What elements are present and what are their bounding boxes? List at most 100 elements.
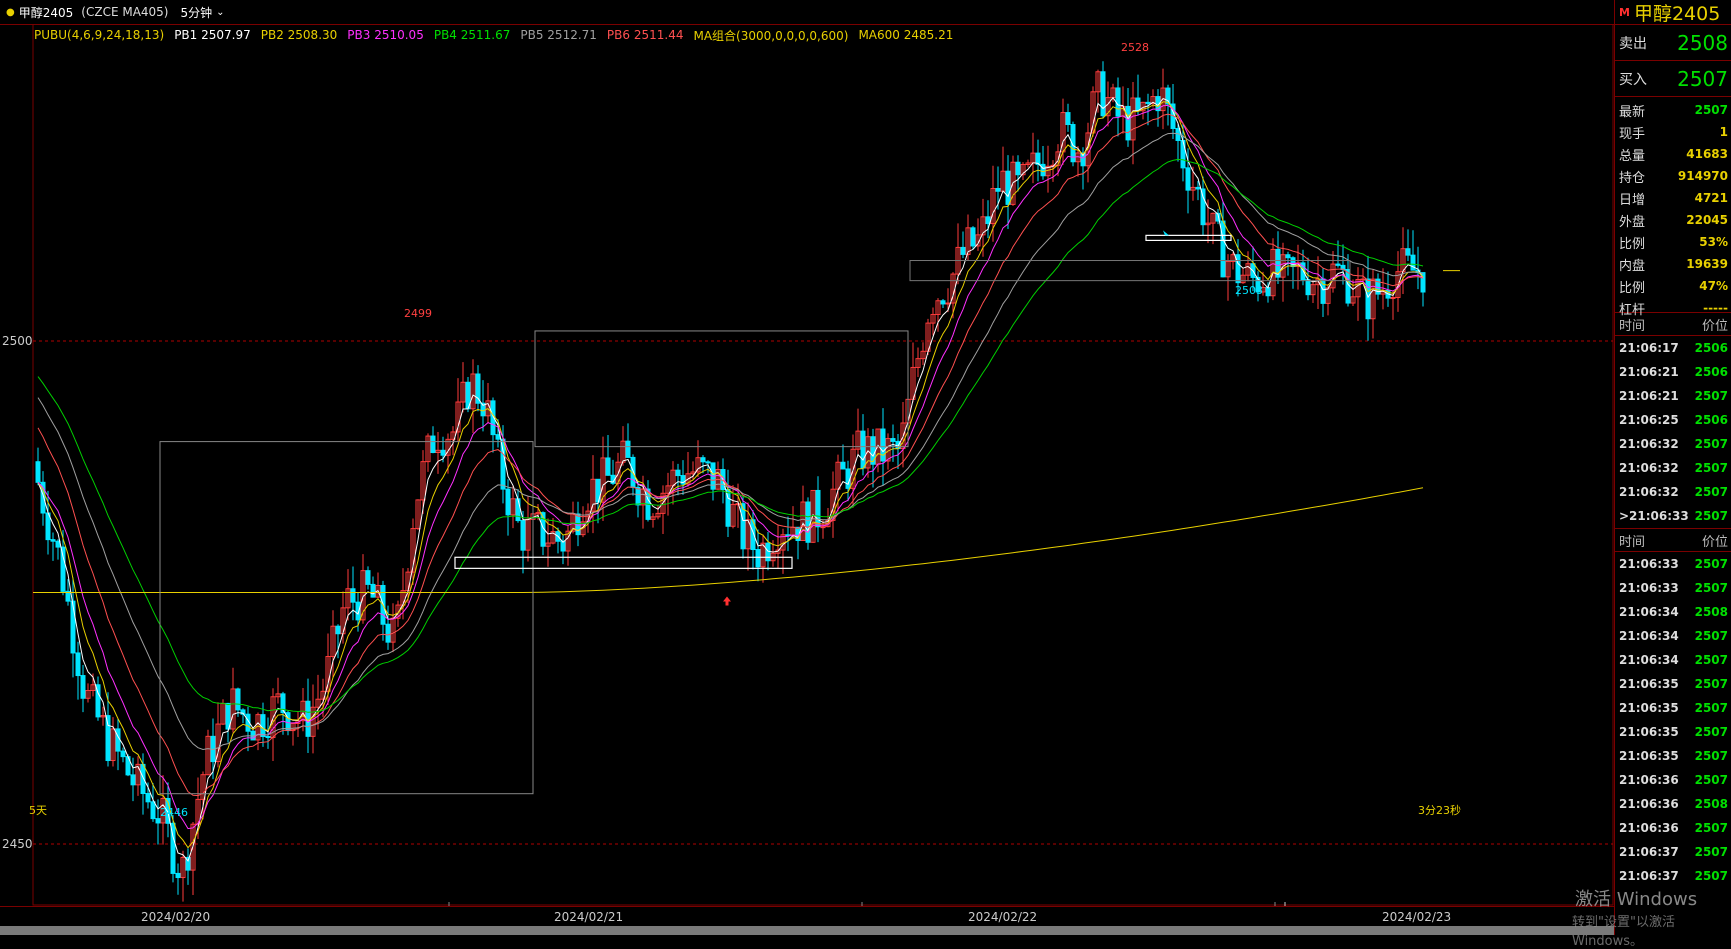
tick-time: 21:06:32 — [1619, 461, 1679, 475]
candle-body — [940, 300, 946, 305]
candle-body — [115, 728, 121, 752]
tick-time: 21:06:34 — [1619, 629, 1679, 643]
extreme-label: 2446 — [160, 806, 188, 819]
tick-price: 2507 — [1694, 581, 1728, 595]
tick-header-price: 价位 — [1701, 534, 1728, 550]
tick-time: 21:06:33 — [1619, 557, 1679, 571]
sell-price: 2508 — [1677, 30, 1728, 55]
tick-price: 2507 — [1694, 701, 1728, 715]
instrument-code: (CZCE MA405) — [81, 5, 169, 19]
kline-chart-svg[interactable]: 2500 2450 2499 2528 2446 2503 5天 3分23秒 — [0, 24, 1614, 911]
candle-body — [155, 818, 161, 824]
candle-body — [1145, 101, 1151, 105]
tick-row: 21:06:25 2506 — [1619, 408, 1728, 432]
quote-row: 内盘 19639 — [1619, 253, 1728, 275]
candle-body — [1285, 254, 1291, 259]
candle-body — [440, 449, 446, 456]
date-label: 2024/02/23 — [1382, 910, 1452, 924]
candle-body — [1335, 263, 1341, 266]
candle-body — [175, 872, 181, 879]
candle-body — [635, 486, 641, 506]
extreme-label: 2499 — [404, 307, 432, 320]
bullet-icon: ● — [6, 6, 15, 18]
quote-value: ----- — [1703, 301, 1728, 315]
candle-body — [890, 438, 896, 442]
candle-body — [260, 714, 266, 738]
tick-row: 21:06:34 2508 — [1619, 600, 1728, 624]
extreme-label: 2503 — [1235, 284, 1263, 297]
chevron-down-icon[interactable]: ⌄ — [216, 7, 224, 18]
tick-time: 21:06:35 — [1619, 677, 1679, 691]
tick-row: 21:06:34 2507 — [1619, 624, 1728, 648]
buy-row[interactable]: 买入 2507 — [1615, 61, 1731, 97]
indicator-item: PB2 2508.30 — [260, 28, 338, 42]
quote-label: 现手 — [1619, 126, 1646, 142]
activation-watermark-sub: 转到"设置"以激活 Windows。 — [1572, 915, 1675, 949]
candle-body — [1035, 152, 1041, 165]
tick-row: 21:06:17 2506 — [1619, 336, 1728, 360]
candle-body — [235, 688, 241, 711]
candle-body — [1040, 163, 1046, 177]
tick-price: 2507 — [1694, 725, 1728, 739]
tick-row: 21:06:36 2507 — [1619, 816, 1728, 840]
tick-time: 21:06:35 — [1619, 701, 1679, 715]
kline-chart[interactable]: 2500 2450 2499 2528 2446 2503 5天 3分23秒 — [0, 24, 1614, 911]
buy-price: 2507 — [1677, 66, 1728, 91]
quote-label: 最新 — [1619, 104, 1646, 120]
tick-list-2[interactable]: 21:06:33 2507 21:06:33 2507 21:06:34 2508 21:0… — [1615, 552, 1731, 888]
quote-value: 914970 — [1677, 169, 1728, 183]
quote-value: 47% — [1699, 279, 1728, 293]
tick-row: 21:06:32 2507 — [1619, 456, 1728, 480]
candle-body — [505, 488, 511, 516]
candle-body — [140, 763, 146, 795]
quote-label: 比例 — [1619, 280, 1646, 296]
indicator-item: MA600 2485.21 — [858, 28, 954, 42]
candle-body — [1305, 279, 1311, 296]
candle-body — [1220, 220, 1226, 278]
quote-row: 日增 4721 — [1619, 187, 1728, 209]
tick-row: 21:06:35 2507 — [1619, 720, 1728, 744]
tick-time: 21:06:37 — [1619, 869, 1679, 883]
tick-row: 21:06:32 2507 — [1619, 480, 1728, 504]
up-arrow-icon — [723, 596, 731, 606]
candle-body — [60, 546, 66, 592]
candle-body — [1390, 296, 1396, 299]
tick-time: 21:06:32 — [1619, 437, 1679, 451]
support-box — [454, 556, 793, 569]
tick-time: 21:06:36 — [1619, 821, 1679, 835]
candle-body — [350, 588, 356, 603]
quote-label: 内盘 — [1619, 258, 1646, 274]
quote-row: 最新 2507 — [1619, 99, 1728, 121]
tick-list-1[interactable]: 21:06:17 2506 21:06:21 2506 21:06:21 2507 21:0… — [1615, 336, 1731, 528]
quote-label: 持仓 — [1619, 170, 1646, 186]
quote-stats: 最新 2507 现手 1 总量 41683 持仓 914970 日增 4721 外盘 22045 比例 5… — [1615, 97, 1731, 318]
candle-body — [840, 461, 846, 470]
candle-body — [985, 216, 991, 225]
candle-body — [1195, 186, 1201, 190]
date-label: 2024/02/21 — [554, 910, 624, 924]
quote-row: 外盘 22045 — [1619, 209, 1728, 231]
candle-body — [1065, 112, 1071, 126]
indicator-legend: PUBU(4,6,9,24,18,13) PB1 2507.97 PB2 2508.… — [34, 26, 963, 44]
candle-body — [740, 503, 746, 550]
tick-row: 21:06:35 2507 — [1619, 672, 1728, 696]
candle-body — [35, 461, 41, 483]
tick-time: 21:06:36 — [1619, 773, 1679, 787]
candle-body — [145, 793, 151, 803]
tick-time: 21:06:33 — [1619, 581, 1679, 595]
marker-arrow-icon — [1163, 230, 1169, 236]
tick-time: >21:06:33 — [1619, 509, 1689, 523]
instrument-name: 甲醇2405 — [18, 5, 74, 20]
sell-row[interactable]: 卖出 2508 — [1615, 25, 1731, 61]
candle-body — [815, 489, 821, 528]
status-strip — [0, 926, 1731, 935]
activation-watermark: 激活 Windows — [1575, 889, 1698, 910]
candle-body — [1005, 170, 1011, 205]
tick-time: 21:06:36 — [1619, 797, 1679, 811]
candle-body — [50, 539, 56, 542]
candle-body — [430, 435, 436, 454]
tick-price: 2507 — [1694, 749, 1728, 763]
tick-time: 21:06:17 — [1619, 341, 1679, 355]
tick-price: 2506 — [1694, 341, 1728, 355]
period-selector[interactable]: 5分钟 — [181, 4, 213, 21]
